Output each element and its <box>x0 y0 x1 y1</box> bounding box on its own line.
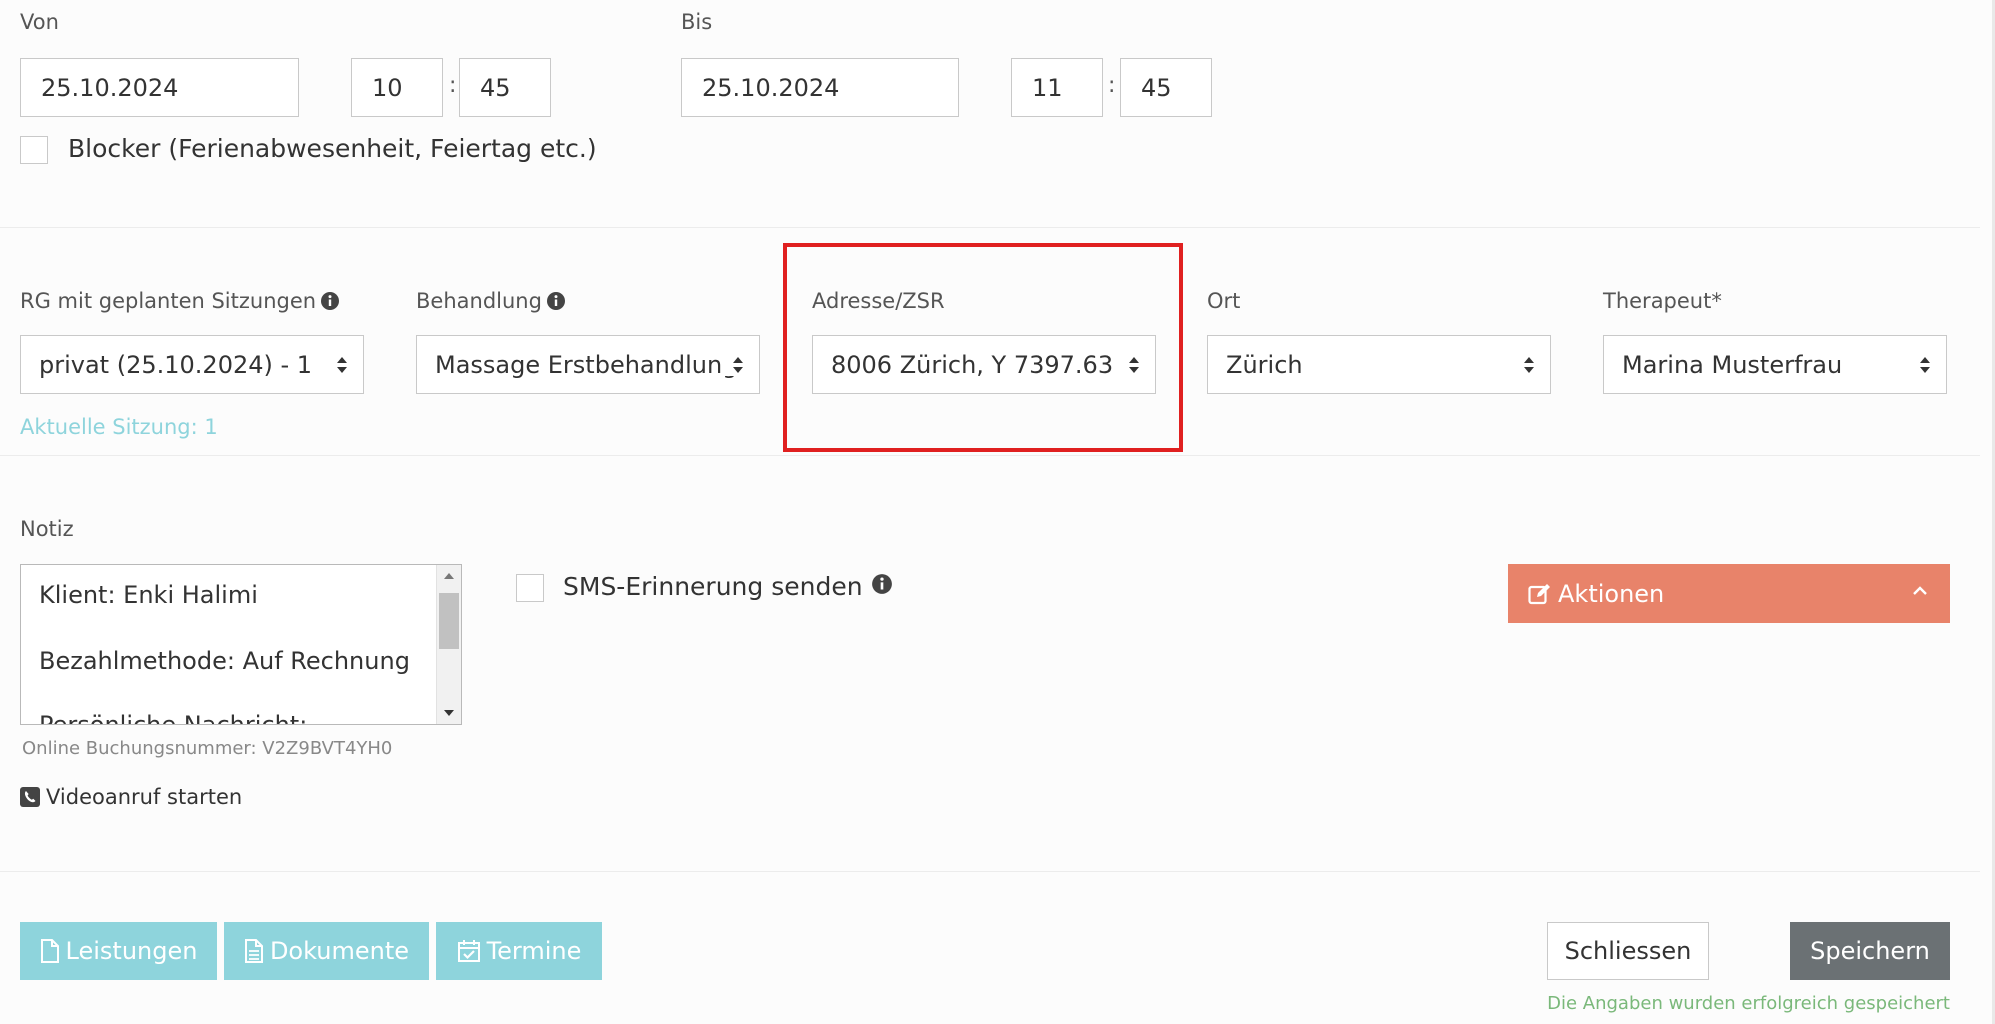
save-button[interactable]: Speichern <box>1790 922 1950 980</box>
highlight-box <box>783 243 1183 452</box>
status-message: Die Angaben wurden erfolgreich gespeiche… <box>1547 993 1950 1014</box>
close-button[interactable]: Schliessen <box>1547 922 1709 980</box>
scroll-down-icon[interactable] <box>442 708 456 718</box>
therapeut-select-value: Marina Musterfrau <box>1622 350 1843 379</box>
notiz-textarea[interactable]: Klient: Enki Halimi Bezahlmethode: Auf R… <box>20 564 462 725</box>
rg-select[interactable]: privat (25.10.2024) - 1 <box>20 335 364 394</box>
from-hour-input[interactable]: 10 <box>351 58 443 117</box>
behandlung-select-value: Massage Erstbehandlung <box>435 350 738 379</box>
sms-label-text: SMS-Erinnerung senden <box>563 572 863 601</box>
select-caret-icon <box>337 356 347 373</box>
notiz-line: Klient: Enki Halimi <box>39 581 258 609</box>
to-hour-input[interactable]: 11 <box>1011 58 1103 117</box>
video-call-link[interactable]: Videoanruf starten <box>20 785 242 809</box>
select-caret-icon <box>731 353 745 376</box>
select-caret-icon <box>1524 356 1534 373</box>
blocker-label: Blocker (Ferienabwesenheit, Feiertag etc… <box>68 134 597 163</box>
info-icon[interactable] <box>871 572 893 601</box>
phone-icon <box>20 787 40 807</box>
actions-label: Aktionen <box>1558 579 1665 608</box>
notiz-line: Persönliche Nachricht: <box>39 711 308 725</box>
termine-button[interactable]: Termine <box>436 922 602 980</box>
from-date-input[interactable]: 25.10.2024 <box>20 58 299 117</box>
from-minute-input[interactable]: 45 <box>459 58 551 117</box>
scroll-up-icon[interactable] <box>442 571 456 581</box>
notiz-line: Bezahlmethode: Auf Rechnung <box>39 647 410 675</box>
from-label: Von <box>20 10 59 34</box>
dokumente-button[interactable]: Dokumente <box>224 922 429 980</box>
calendar-check-icon <box>457 940 480 962</box>
ort-select-value: Zürich <box>1226 350 1303 379</box>
from-time-separator: : <box>449 73 457 98</box>
to-date-input[interactable]: 25.10.2024 <box>681 58 959 117</box>
actions-button[interactable]: Aktionen <box>1508 564 1950 623</box>
therapeut-select[interactable]: Marina Musterfrau <box>1603 335 1947 394</box>
document-icon <box>244 939 263 963</box>
booking-number: Online Buchungsnummer: V2Z9BVT4YH0 <box>22 738 393 759</box>
notiz-scrollbar[interactable] <box>436 565 461 724</box>
rg-label: RG mit geplanten Sitzungen <box>20 289 340 316</box>
scrollbar-thumb[interactable] <box>439 593 459 649</box>
current-session-link[interactable]: Aktuelle Sitzung: 1 <box>20 415 218 439</box>
select-caret-icon <box>1920 356 1930 373</box>
dokumente-label: Dokumente <box>269 937 410 965</box>
leistungen-button[interactable]: Leistungen <box>20 922 217 980</box>
file-icon <box>40 939 59 963</box>
section-divider <box>0 455 1980 456</box>
behandlung-label-text: Behandlung <box>416 289 542 313</box>
blocker-checkbox[interactable] <box>20 136 48 164</box>
info-icon[interactable] <box>546 291 566 316</box>
to-minute-input[interactable]: 45 <box>1120 58 1212 117</box>
notiz-label: Notiz <box>20 517 74 541</box>
behandlung-label: Behandlung <box>416 289 566 316</box>
sms-label: SMS-Erinnerung senden <box>563 572 893 601</box>
sms-checkbox[interactable] <box>516 574 544 602</box>
behandlung-select[interactable]: Massage Erstbehandlung <box>416 335 760 394</box>
termine-label: Termine <box>486 937 582 965</box>
video-call-label: Videoanruf starten <box>46 785 243 809</box>
to-label: Bis <box>681 10 713 34</box>
ort-label: Ort <box>1207 289 1241 313</box>
section-divider <box>0 871 1980 872</box>
chevron-up-icon <box>1913 586 1927 595</box>
info-icon[interactable] <box>320 291 340 316</box>
to-time-separator: : <box>1108 73 1116 98</box>
leistungen-label: Leistungen <box>65 937 198 965</box>
ort-select[interactable]: Zürich <box>1207 335 1551 394</box>
rg-label-text: RG mit geplanten Sitzungen <box>20 289 317 313</box>
edit-icon <box>1528 583 1550 604</box>
section-divider <box>0 227 1980 228</box>
therapeut-label: Therapeut* <box>1603 289 1722 313</box>
rg-select-value: privat (25.10.2024) - 1 <box>39 350 313 379</box>
